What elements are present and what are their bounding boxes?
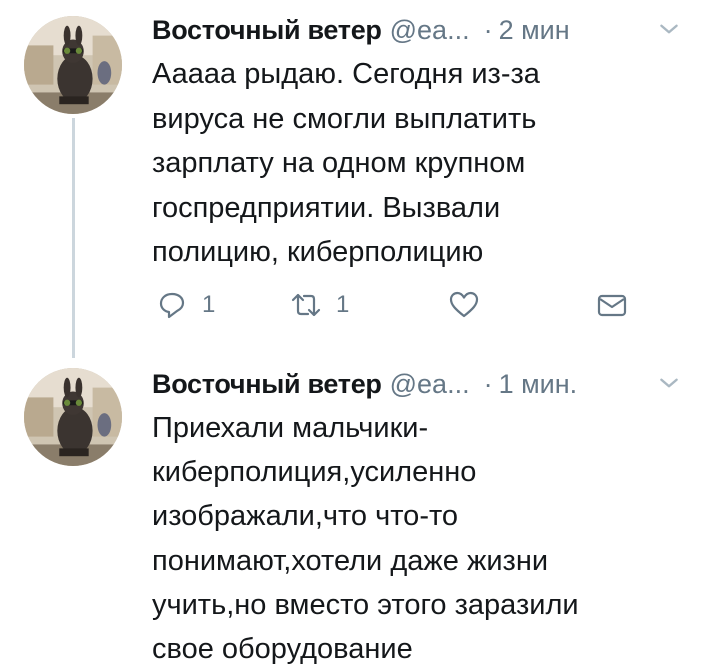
username[interactable]: @ea... (390, 369, 470, 400)
username[interactable]: @ea... (390, 15, 470, 46)
tweet-actions: 1 1 (152, 285, 632, 325)
tweet-text: Ааааа рыдаю. Сегодня из-за вируса не смо… (152, 58, 540, 268)
dot-separator: · (483, 368, 493, 399)
display-name[interactable]: Восточный ветер (152, 15, 382, 46)
like-button[interactable] (448, 285, 480, 325)
dot-separator: · (483, 14, 493, 45)
tweet[interactable]: Восточный ветер @ea... · 1 мин. Приехали… (0, 352, 720, 665)
chevron-down-icon[interactable] (656, 16, 682, 42)
timestamp[interactable]: 2 мин (499, 15, 570, 46)
direct-message-button[interactable] (596, 285, 628, 325)
retweet-count: 1 (336, 291, 350, 318)
reply-button[interactable]: 1 (156, 285, 215, 325)
envelope-icon (597, 294, 627, 317)
chevron-down-icon[interactable] (656, 370, 682, 396)
tweet-text: Приехали мальчики- киберполиция,усиленно… (152, 412, 579, 666)
avatar[interactable] (24, 16, 122, 114)
retweet-button[interactable]: 1 (290, 285, 349, 325)
timestamp[interactable]: 1 мин. (499, 369, 578, 400)
retweet-icon (291, 293, 321, 317)
avatar[interactable] (24, 368, 122, 466)
avatar-image (24, 16, 122, 114)
thread-line (72, 118, 75, 358)
tweet-header: Восточный ветер @ea... · 2 мин (152, 12, 700, 48)
heart-icon (449, 291, 479, 318)
reply-count: 1 (202, 291, 216, 318)
display-name[interactable]: Восточный ветер (152, 369, 382, 400)
tweet[interactable]: Восточный ветер @ea... · 2 мин Ааааа рыд… (0, 0, 720, 358)
reply-icon (159, 292, 185, 319)
avatar-image (24, 368, 122, 466)
tweet-header: Восточный ветер @ea... · 1 мин. (152, 366, 700, 402)
